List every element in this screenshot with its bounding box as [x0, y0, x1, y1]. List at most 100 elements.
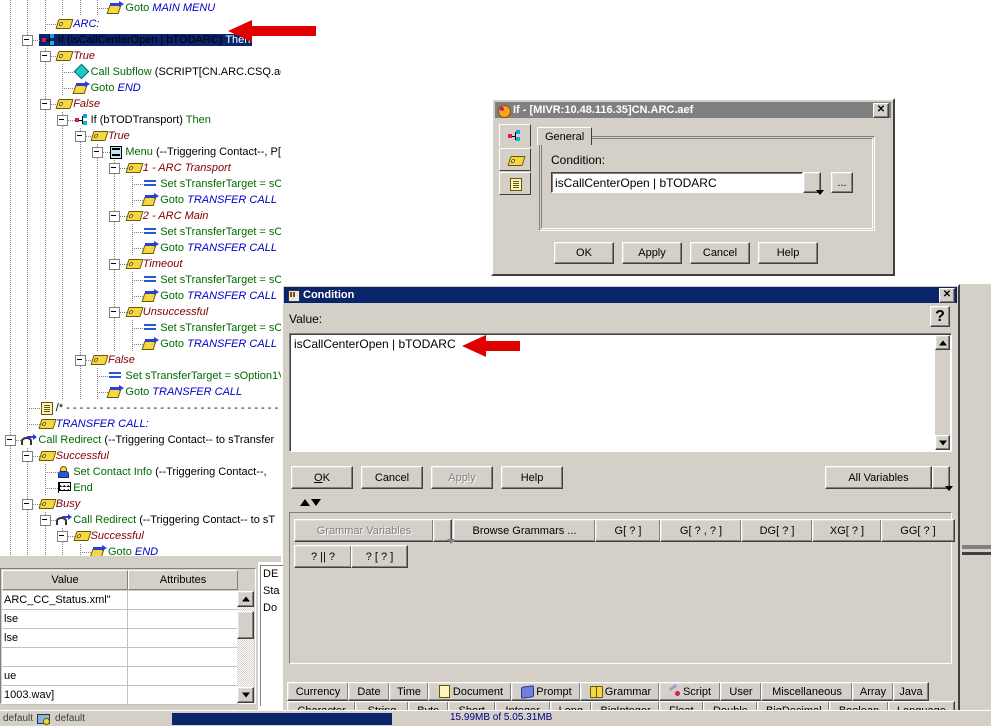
flow-tree-row[interactable]: Goto MAIN MENU [0, 0, 281, 16]
flow-tree-row[interactable]: Set sTransferTarget = sOption1V [0, 368, 281, 384]
variables-table-body[interactable]: ARC_CC_Status.xml" lse lse ue 1003.wav] [2, 591, 238, 705]
flow-tree-row[interactable]: Goto TRANSFER CALL [0, 384, 281, 400]
type-button-time[interactable]: Time [389, 682, 429, 701]
chevron-down-icon[interactable] [803, 172, 824, 195]
tree-expander-icon[interactable] [109, 259, 121, 270]
grammar-g2-button[interactable]: G[ ? , ? ] [660, 519, 742, 542]
browse-grammars-button[interactable]: Browse Grammars ... [453, 519, 596, 542]
flow-tree-row[interactable]: Set sTransferTarget = sOption1Vm [0, 272, 281, 288]
tree-expander-icon[interactable] [109, 163, 121, 174]
tree-expander-icon[interactable] [22, 451, 34, 462]
condition-ok-button[interactable]: OK [291, 466, 353, 489]
condition-combobox[interactable]: isCallCenterOpen | bTODARC [551, 172, 824, 195]
flow-tree-row[interactable]: TRANSFER CALL: [0, 416, 281, 432]
if-help-button[interactable]: Help [758, 242, 818, 264]
if-dialog-buttons[interactable]: OK Apply Cancel Help [554, 242, 818, 264]
column-header-value[interactable]: Value [2, 570, 128, 590]
flow-tree-row[interactable]: Call Subflow (SCRIPT[CN.ARC.CSQ.aef] ) [0, 63, 281, 80]
flow-tree-row[interactable]: End [0, 480, 281, 496]
type-palette-row-1[interactable]: Currency Date Time Document Prompt Grammar Scr… [287, 682, 954, 701]
if-dialog-vertical-tabs[interactable] [499, 124, 533, 196]
value-textarea[interactable]: isCallCenterOpen | bTODARC [289, 333, 952, 452]
type-button-script[interactable]: Script [659, 682, 721, 701]
if-dialog-close-icon[interactable]: ✕ [873, 102, 889, 118]
flow-tree-row[interactable]: Goto TRANSFER CALL [0, 288, 281, 304]
grammar-g1-button[interactable]: G[ ? ] [595, 519, 661, 542]
flow-tree-row[interactable]: False [0, 96, 281, 112]
tree-expander-icon[interactable] [57, 531, 69, 542]
variables-scrollbar[interactable] [237, 591, 254, 703]
tree-expander-icon[interactable] [109, 211, 121, 222]
grammar-gg-button[interactable]: GG[ ? ] [881, 519, 955, 542]
status-bar-left[interactable]: default default [0, 712, 123, 726]
grammar-toolbox-panel[interactable]: Grammar Variables Browse Grammars ... G[… [289, 512, 955, 664]
flow-tree-row[interactable]: Call Redirect (--Triggering Contact-- to… [0, 512, 281, 528]
flow-tree-row[interactable]: 2 - ARC Main [0, 208, 281, 224]
variables-scroll-up-icon[interactable] [237, 591, 254, 607]
flow-tree-rows[interactable]: Goto MAIN MENU ARC: If (isCallCenterOpen |… [0, 0, 281, 560]
type-button-java[interactable]: Java [893, 682, 929, 701]
if-tab-comment[interactable] [499, 172, 531, 195]
type-button-date[interactable]: Date [348, 682, 390, 701]
grammar-or-button[interactable]: ? || ? [294, 545, 352, 568]
condition-dialog-buttons[interactable]: OK Cancel Apply Help [291, 466, 563, 489]
flow-tree-row[interactable]: Goto END [0, 80, 281, 96]
tree-expander-icon[interactable] [39, 515, 51, 526]
flow-tree-row[interactable]: If (bTODTransport) Then [0, 112, 281, 128]
table-row[interactable]: ARC_CC_Status.xml" [2, 591, 238, 610]
scroll-down-icon[interactable] [935, 435, 950, 450]
flow-tree-row[interactable]: Set Contact Info (--Triggering Contact--… [0, 464, 281, 480]
panel-splitter[interactable] [287, 498, 957, 509]
flow-tree-row[interactable]: Timeout [0, 256, 281, 272]
flow-tree-panel[interactable]: Goto MAIN MENU ARC: If (isCallCenterOpen |… [0, 0, 281, 560]
grammar-buttons-row-1[interactable]: Grammar Variables Browse Grammars ... G[… [294, 519, 955, 544]
tree-expander-icon[interactable] [74, 131, 86, 142]
flow-tree-row[interactable]: 1 - ARC Transport [0, 160, 281, 176]
if-tab-if-node[interactable] [499, 124, 531, 147]
grammar-xg-button[interactable]: XG[ ? ] [812, 519, 882, 542]
if-cancel-button[interactable]: Cancel [690, 242, 750, 264]
type-button-miscellaneous[interactable]: Miscellaneous [761, 682, 853, 701]
table-row[interactable]: ue [2, 667, 238, 686]
condition-help-button[interactable]: Help [501, 466, 563, 489]
flow-tree-row[interactable]: True [0, 48, 281, 64]
tree-expander-icon[interactable] [5, 435, 16, 446]
flow-tree-row[interactable]: Call Redirect (--Triggering Contact-- to… [0, 432, 281, 448]
type-button-user[interactable]: User [720, 682, 762, 701]
selected-tree-node[interactable]: If (isCallCenterOpen | bTODARC) Then [38, 34, 253, 46]
if-dialog-titlebar[interactable]: If - [MIVR:10.48.116.35]CN.ARC.aef ✕ [495, 102, 891, 118]
flow-tree-row[interactable]: Set sTransferTarget = sOption1Vm [0, 224, 281, 240]
tab-general[interactable]: General [537, 127, 593, 145]
grammar-variables-combobox[interactable]: Grammar Variables [294, 519, 455, 544]
variables-scroll-thumb[interactable] [237, 611, 254, 639]
grammar-buttons-row-2[interactable]: ? || ? ? [ ? ] [294, 545, 408, 568]
type-button-currency[interactable]: Currency [287, 682, 349, 701]
all-variables-chevron-down-icon[interactable] [932, 466, 953, 491]
flow-tree-row[interactable]: Busy [0, 496, 281, 512]
flow-tree-row[interactable]: Set sTransferTarget = sOption1Transport [0, 176, 281, 192]
variables-panel[interactable]: Value Attributes ARC_CC_Status.xml" lse ls… [0, 562, 258, 710]
variables-scroll-down-icon[interactable] [237, 687, 254, 703]
tree-expander-icon[interactable] [92, 147, 103, 158]
tree-expander-icon[interactable] [57, 115, 69, 126]
if-properties-dialog[interactable]: If - [MIVR:10.48.116.35]CN.ARC.aef ✕ Gen… [491, 98, 895, 276]
tree-expander-icon[interactable] [22, 35, 34, 46]
table-row[interactable]: lse [2, 629, 238, 648]
flow-tree-row[interactable]: True [0, 128, 281, 144]
type-button-array[interactable]: Array [852, 682, 894, 701]
if-apply-button[interactable]: Apply [622, 242, 682, 264]
flow-tree-row[interactable]: False [0, 352, 281, 368]
condition-browse-button[interactable]: ... [831, 172, 853, 193]
all-variables-combobox[interactable]: All Variables [825, 466, 953, 491]
flow-tree-row[interactable]: Successful [0, 528, 281, 544]
flow-tree-row[interactable]: Goto TRANSFER CALL [0, 336, 281, 352]
table-row[interactable] [2, 648, 238, 667]
flow-tree-row[interactable]: Goto TRANSFER CALL [0, 192, 281, 208]
tree-expander-icon[interactable] [39, 51, 51, 62]
grammar-dg-button[interactable]: DG[ ? ] [741, 519, 813, 542]
condition-dialog-titlebar[interactable]: Condition ✕ [284, 287, 957, 303]
table-row[interactable]: 1003.wav] [2, 686, 238, 705]
tree-expander-icon[interactable] [109, 307, 121, 318]
type-button-prompt[interactable]: Prompt [511, 682, 581, 701]
condition-editor-dialog[interactable]: Condition ✕ Value: ? isCallCenterOpen | … [281, 284, 960, 726]
